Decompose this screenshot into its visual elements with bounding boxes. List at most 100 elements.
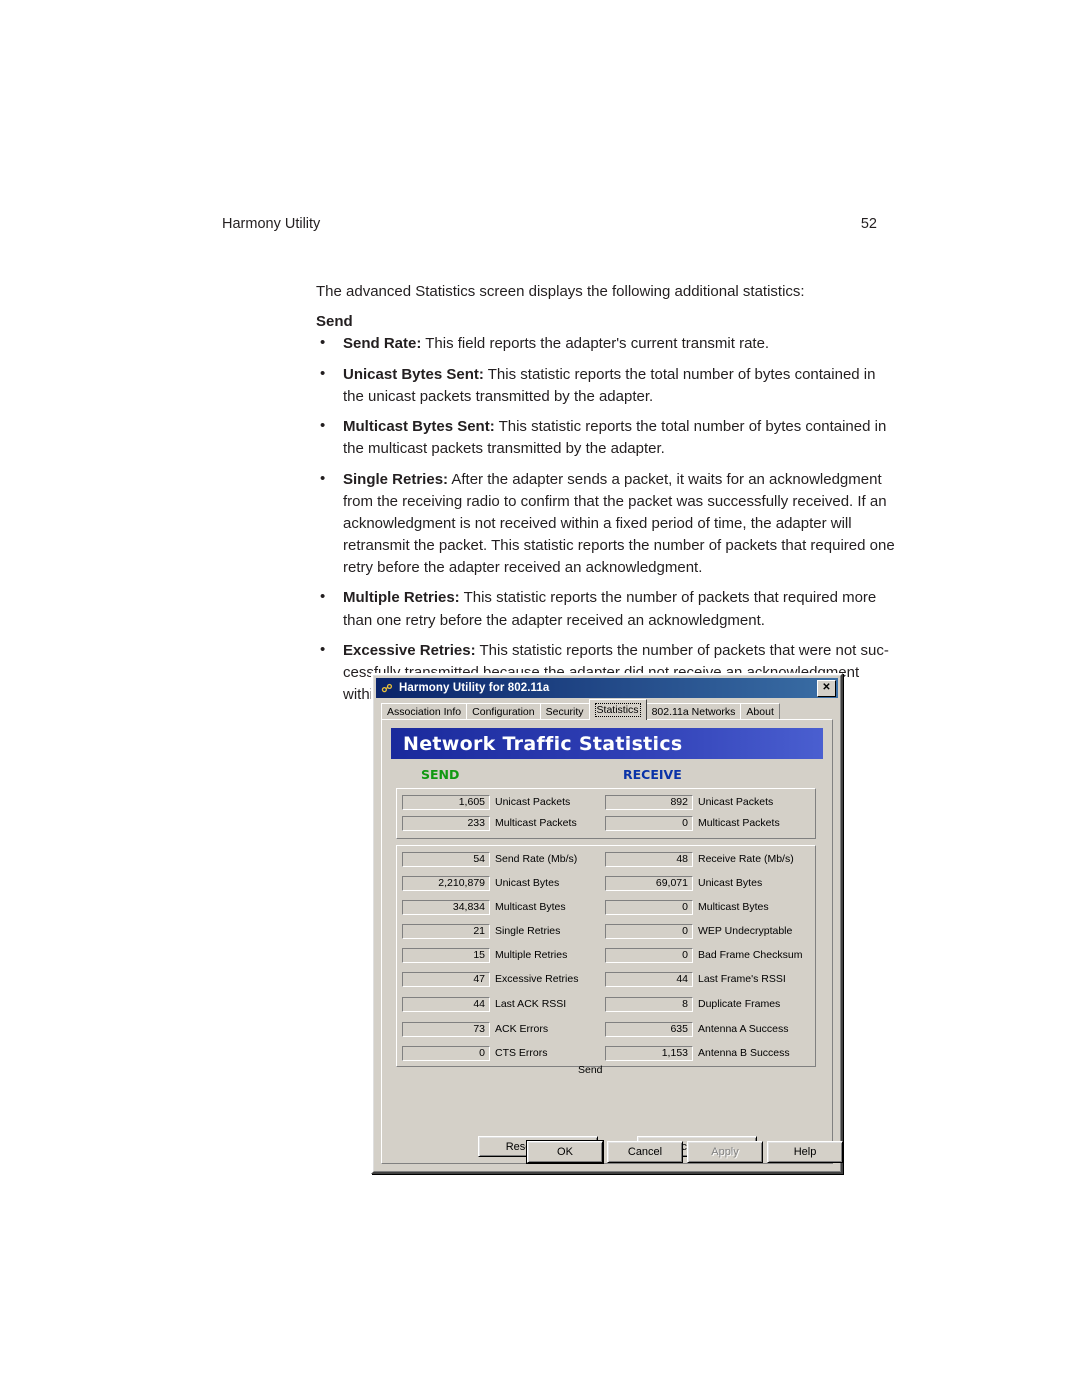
running-head: Harmony Utility 52 [222,216,877,232]
button-label: Help [793,1146,817,1158]
stat-row: 21 Single Retries [402,922,560,940]
list-item: Multiple Retries: This statistic reports… [316,586,896,631]
send-annotation-label: Send [578,1064,603,1076]
send-multicast-packets-value: 233 [402,815,490,831]
tab-label: Statistics [594,703,641,717]
single-retries-value: 21 [402,923,490,939]
excessive-retries-label: Excessive Retries [495,973,579,985]
receive-multicast-bytes-value: 0 [605,899,693,915]
receive-rate-label: Receive Rate (Mb/s) [698,853,794,865]
single-retries-label: Single Retries [495,925,561,937]
panel-banner: Network Traffic Statistics [391,728,823,759]
list-item: Unicast Bytes Sent: This statistic repor… [316,363,896,408]
receive-unicast-packets-label: Unicast Packets [698,796,774,808]
wep-undecryptable-value: 0 [605,923,693,939]
tab-strip: Association Info Configuration Security … [381,699,833,721]
stat-row: 8 Duplicate Frames [605,995,780,1013]
send-multicast-bytes-label: Multicast Bytes [495,901,566,913]
list-item: Multicast Bytes Sent: This statistic rep… [316,415,896,460]
bullet-term: Excessive Retries: [343,642,476,660]
intro-paragraph: The advanced Statistics screen displays … [316,283,805,300]
page-number: 52 [860,216,877,232]
receive-column-heading: RECEIVE [623,767,682,782]
stat-row: 635 Antenna A Success [605,1020,788,1038]
stat-row: 0 WEP Undecryptable [605,922,792,940]
stat-row: 44 Last ACK RSSI [402,995,566,1013]
close-icon[interactable]: ✕ [817,679,836,697]
bullet-term: Single Retries: [343,470,449,488]
wep-undecryptable-label: WEP Undecryptable [698,925,793,937]
duplicate-frames-value: 8 [605,996,693,1012]
receive-unicast-bytes-label: Unicast Bytes [698,877,763,889]
antenna-a-success-label: Antenna A Success [698,1023,789,1035]
multiple-retries-label: Multiple Retries [495,949,568,961]
duplicate-frames-label: Duplicate Frames [698,998,781,1010]
ack-errors-label: ACK Errors [495,1023,549,1035]
antenna-b-success-value: 1,153 [605,1045,693,1061]
help-button[interactable]: Help [767,1141,843,1163]
dialog-title: Harmony Utility for 802.11a [399,682,550,694]
last-ack-rssi-label: Last ACK RSSI [495,998,567,1010]
bullet-term: Multicast Bytes Sent: [343,418,495,436]
stat-row: 2,210,879 Unicast Bytes [402,874,559,892]
stat-row: 44 Last Frame's RSSI [605,970,786,988]
detailed-stats-group: 54 Send Rate (Mb/s) 2,210,879 Unicast By… [396,845,816,1067]
ack-errors-value: 73 [402,1021,490,1037]
stat-row: 892 Unicast Packets [605,793,773,811]
send-unicast-bytes-label: Unicast Bytes [495,877,560,889]
last-ack-rssi-value: 44 [402,996,490,1012]
cts-errors-value: 0 [402,1045,490,1061]
ok-button[interactable]: OK [527,1141,603,1163]
receive-rate-value: 48 [605,851,693,867]
tab-label: About [746,706,774,718]
stat-row: 54 Send Rate (Mb/s) [402,850,577,868]
send-column-heading: SEND [421,767,460,782]
stat-row: 47 Excessive Retries [402,970,578,988]
statistics-panel: Network Traffic Statistics SEND RECEIVE … [381,719,833,1164]
tab-statistics[interactable]: Statistics [588,699,647,720]
receive-multicast-packets-value: 0 [605,815,693,831]
running-head-title: Harmony Utility [222,216,321,232]
receive-multicast-bytes-label: Multicast Bytes [698,901,769,913]
bad-frame-checksum-value: 0 [605,947,693,963]
statistics-bullet-list: Send Rate: This field reports the adapte… [316,332,896,715]
stat-row: 1,605 Unicast Packets [402,793,570,811]
stat-row: 69,071 Unicast Bytes [605,874,762,892]
send-unicast-bytes-value: 2,210,879 [402,875,490,891]
dialog-titlebar[interactable]: ☍ Harmony Utility for 802.11a ✕ [376,678,838,698]
button-label: OK [557,1146,573,1158]
section-heading: Send [316,313,353,330]
document-page: Harmony Utility 52 The advanced Statisti… [0,0,1080,1397]
send-multicast-bytes-value: 34,834 [402,899,490,915]
send-rate-label: Send Rate (Mb/s) [495,853,578,865]
last-frame-rssi-value: 44 [605,971,693,987]
stat-row: 1,153 Antenna B Success [605,1044,790,1062]
receive-unicast-bytes-value: 69,071 [605,875,693,891]
receive-multicast-packets-label: Multicast Packets [698,817,780,829]
stat-row: 73 ACK Errors [402,1020,548,1038]
apply-button: Apply [687,1141,763,1163]
packets-group: 1,605 Unicast Packets 233 Multicast Pack… [396,788,816,839]
bullet-term: Send Rate: [343,335,422,352]
stat-row: 34,834 Multicast Bytes [402,898,566,916]
antenna-icon: ☍ [381,682,393,695]
send-unicast-packets-value: 1,605 [402,794,490,810]
bullet-text: This field reports the adapter's current… [421,335,770,352]
cts-errors-label: CTS Errors [495,1047,548,1059]
send-unicast-packets-label: Unicast Packets [495,796,571,808]
stat-row: 0 Bad Frame Checksum [605,946,802,964]
tab-label: 802.11a Networks [651,706,736,718]
button-label: Cancel [627,1146,663,1158]
antenna-a-success-value: 635 [605,1021,693,1037]
tab-label: Security [545,706,584,718]
list-item: Send Rate: This field reports the adapte… [316,332,896,355]
banner-title: Network Traffic Statistics [403,732,683,755]
harmony-utility-dialog: ☍ Harmony Utility for 802.11a ✕ Associat… [371,673,843,1174]
cancel-button[interactable]: Cancel [607,1141,683,1163]
dialog-button-row: OK Cancel Apply Help [373,1141,843,1163]
stat-row: 233 Multicast Packets [402,814,577,832]
stat-row: 0 Multicast Bytes [605,898,769,916]
tab-label: Configuration [472,706,535,718]
stat-row: 15 Multiple Retries [402,946,567,964]
stat-row: 0 CTS Errors [402,1044,548,1062]
